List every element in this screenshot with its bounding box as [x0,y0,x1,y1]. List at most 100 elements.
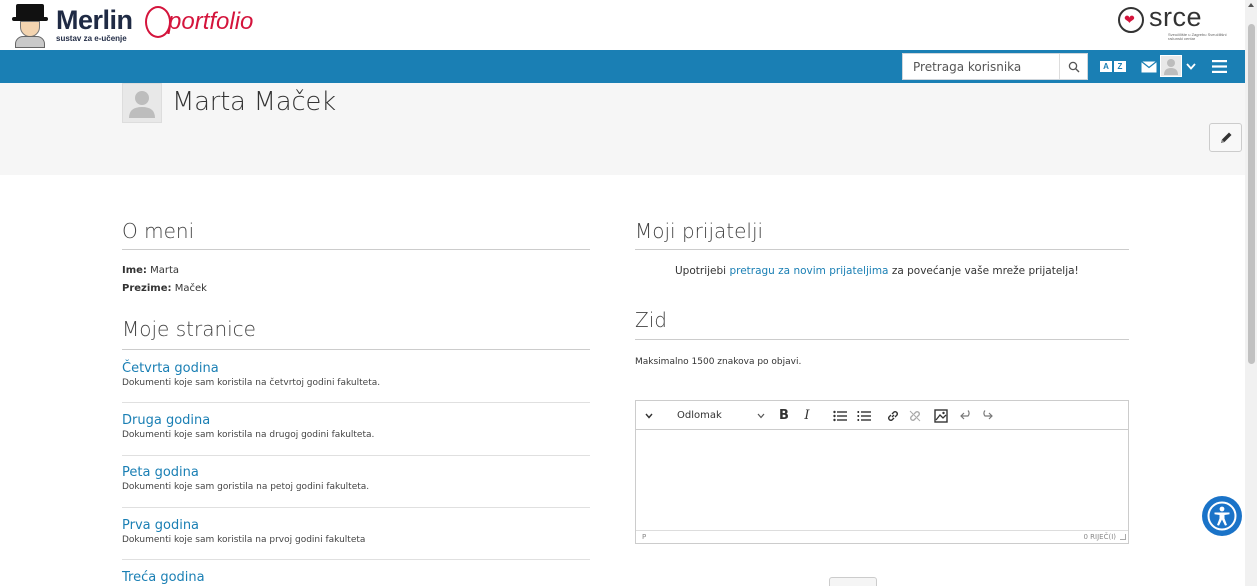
merlin-subtitle: sustav za e-učenje [56,34,127,43]
element-path[interactable]: P [642,533,646,541]
search-input[interactable] [903,54,1060,79]
merlin-logo[interactable]: Merlin sustav za e-učenje [10,2,133,48]
portfolio-logo[interactable]: portfolio [145,4,253,40]
wall-editor: Odlomak B I P 0 RIJEČ(I) [635,400,1129,544]
wall-post-textarea[interactable] [636,430,1128,532]
format-select[interactable]: Odlomak [666,407,766,424]
chevron-down-icon [1186,63,1196,70]
bold-button[interactable]: B [776,407,792,424]
profile-header: Marta Maček [0,83,1245,175]
image-button[interactable] [932,407,950,424]
accessibility-button[interactable] [1202,496,1242,536]
heart-icon: ❤ [1124,12,1135,27]
friends-message: Upotrijebi pretragu za novim prijateljim… [675,265,1079,277]
friends-divider [635,249,1129,250]
search-button[interactable] [1059,54,1087,79]
pencil-icon [1220,132,1231,143]
italic-button[interactable]: I [800,407,814,424]
hamburger-icon [1211,60,1227,73]
page-title: Marta Maček [172,87,336,117]
list-item: Četvrta godina Dokumenti koje sam korist… [122,361,590,388]
page-link[interactable]: Treća godina [122,570,590,586]
numbered-list-button[interactable] [855,407,873,424]
post-button[interactable] [829,577,877,586]
last-name-value: Maček [174,283,207,294]
undo-button[interactable] [958,407,974,424]
friends-text-before: Upotrijebi [675,265,730,277]
srce-subtitle: Sveučilište u Zagrebu Sveučilišni računs… [1168,32,1227,42]
page-link[interactable]: Peta godina [122,465,590,481]
first-name-label: Ime: [122,265,147,276]
lang-icon-left: A [1100,61,1112,72]
wizard-icon [10,2,54,48]
page-link[interactable]: Prva godina [122,518,590,534]
page-link[interactable]: Druga godina [122,413,590,429]
language-button[interactable]: A Z [1094,57,1132,76]
word-count: 0 RIJEČ(I) [1083,533,1116,541]
nav-bar: A Z [0,50,1245,83]
page-link[interactable]: Četvrta godina [122,361,590,377]
toolbar-toggle-button[interactable] [642,407,656,424]
friend-search-link[interactable]: pretragu za novim prijateljima [729,265,888,277]
list-item: Treća godina [122,570,590,586]
srce-text: srce [1149,2,1203,32]
scroll-thumb[interactable] [1248,24,1255,364]
search-icon [1068,61,1079,72]
messages-button[interactable] [1137,57,1161,76]
srce-logo[interactable]: ❤ srce Sveučilište u Zagrebu Sveučilišni… [1118,2,1228,44]
page-description: Dokumenti koje sam koristila na prvoj go… [122,535,366,545]
first-name-field: Ime: Marta [122,265,179,276]
unlink-icon [909,410,921,421]
resize-handle[interactable] [1120,534,1126,540]
page-scrollbar[interactable] [1245,0,1257,586]
scroll-up-arrow-icon[interactable] [1248,3,1254,7]
numbered-list-icon [857,410,871,421]
link-button[interactable] [884,407,902,424]
image-icon [934,408,948,423]
chevron-down-icon [757,413,765,419]
chevron-down-icon [645,413,653,419]
edit-profile-button[interactable] [1209,123,1242,152]
list-item: Peta godina Dokumenti koje sam goristila… [122,465,590,492]
user-icon [129,91,155,118]
last-name-label: Prezime: [122,283,172,294]
pages-title: Moje stranice [122,317,256,341]
mail-icon [1141,60,1157,72]
main-menu-button[interactable] [1208,57,1230,76]
bullet-list-button[interactable] [831,407,849,424]
page-description: Dokumenti koje sam goristila na petoj go… [122,482,370,492]
redo-icon [982,410,993,420]
list-item: Prva godina Dokumenti koje sam koristila… [122,518,590,545]
last-name-field: Prezime: Maček [122,283,207,294]
logo-bar: Merlin sustav za e-učenje portfolio ❤ sr… [0,0,1245,50]
merlin-name: Merlin [56,5,133,35]
unlink-button[interactable] [906,407,924,424]
accessibility-icon [1207,501,1237,531]
portfolio-text: portfolio [168,8,254,35]
user-search [902,53,1088,80]
page-description: Dokumenti koje sam koristila na četvrtoj… [122,378,381,388]
wall-title: Zid [635,308,667,332]
item-divider [122,507,590,508]
link-icon [888,410,898,421]
user-menu-avatar[interactable] [1160,55,1182,77]
user-menu-toggle[interactable] [1184,57,1198,76]
item-divider [122,559,590,560]
editor-toolbar: Odlomak B I [636,401,1128,430]
user-icon [1164,59,1178,75]
friends-text-after: za povećanje vaše mreže prijatelja! [888,265,1079,277]
wall-limit-note: Maksimalno 1500 znakova po objavi. [635,357,802,367]
about-title: O meni [122,219,195,243]
about-divider [122,249,590,250]
item-divider [122,455,590,456]
item-divider [122,402,590,403]
format-select-value: Odlomak [677,410,722,421]
friends-title: Moji prijatelji [635,219,764,243]
editor-statusbar: P 0 RIJEČ(I) [636,530,1128,543]
profile-avatar [122,83,162,123]
first-name-value: Marta [150,265,180,276]
undo-icon [959,410,970,420]
wall-divider [635,339,1129,340]
redo-button[interactable] [978,407,994,424]
pages-divider [122,349,590,350]
